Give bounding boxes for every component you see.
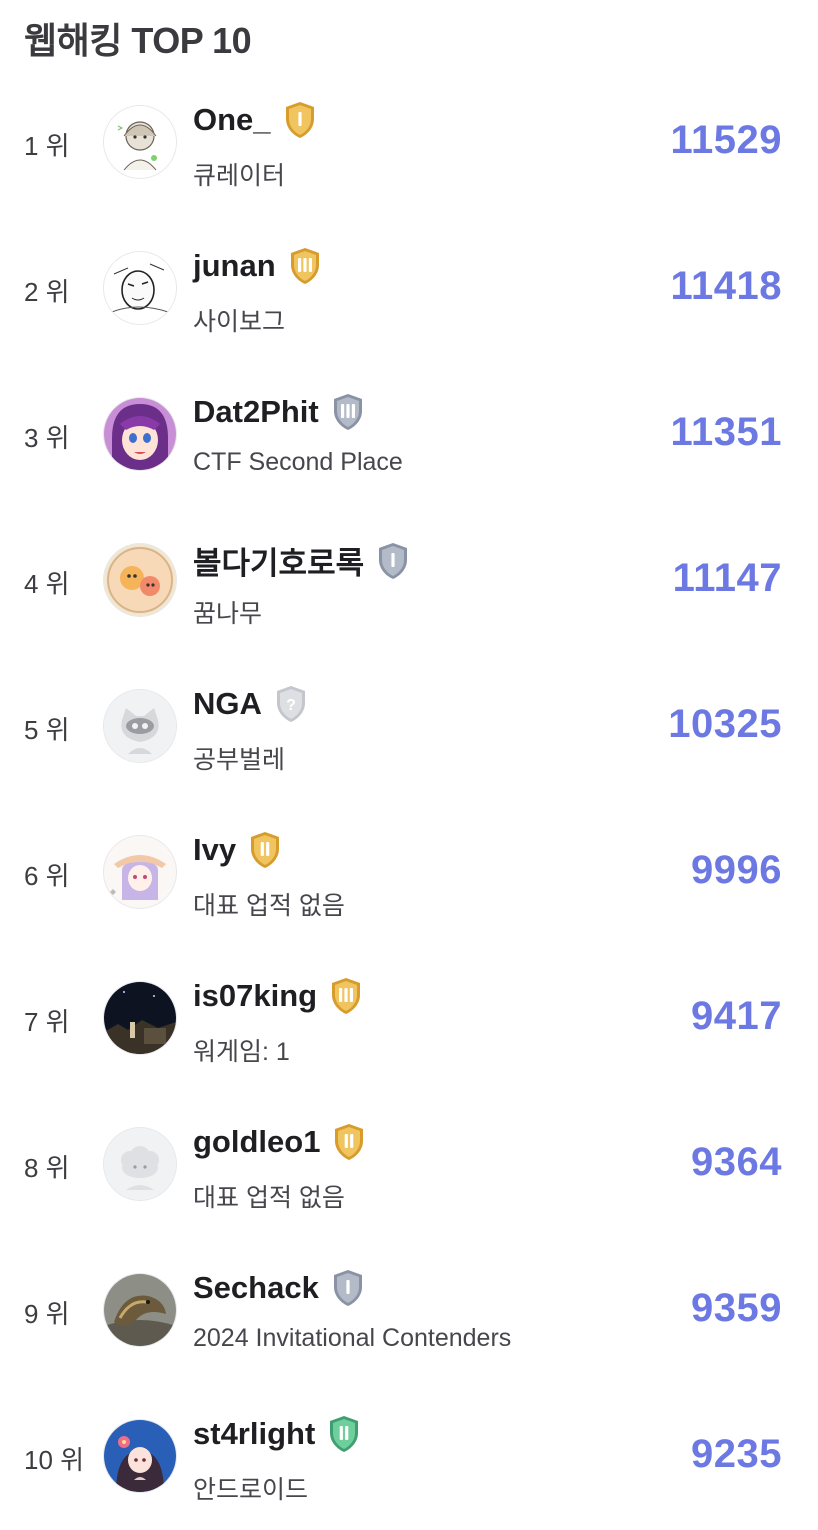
score-value: 9364 [691, 1140, 782, 1184]
representative-achievement: 큐레이터 [193, 162, 286, 190]
ranking-row[interactable]: 1 위 One_ 큐레이터 11529 [0, 70, 818, 216]
username-link[interactable]: One_ [193, 102, 271, 138]
name-line: is07king [193, 976, 363, 1016]
rank-label: 1 위 [24, 131, 70, 161]
anime-character-avatar[interactable] [104, 106, 176, 178]
tier-badge-icon [288, 246, 322, 286]
username-link[interactable]: 볼다기호로록 [193, 538, 364, 583]
name-line: junan [193, 246, 322, 286]
username-link[interactable]: Sechack [193, 1270, 319, 1306]
ranking-row[interactable]: 5 위 NGA? 공부벌레 10325 [0, 654, 818, 800]
username-link[interactable]: Dat2Phit [193, 394, 319, 430]
score-value: 10325 [668, 702, 782, 746]
ranking-row[interactable]: 3 위 Dat2Phit CTF Second Place 11351 [0, 362, 818, 508]
score-value: 9359 [691, 1286, 782, 1330]
score-value: 9996 [691, 848, 782, 892]
rank-label: 7 위 [24, 1007, 70, 1037]
tier-badge-icon: ? [274, 684, 308, 724]
tier-badge-icon [327, 1414, 361, 1454]
score-value: 11147 [672, 556, 782, 600]
rank-label: 9 위 [24, 1299, 70, 1329]
name-line: 볼다기호로록 [193, 538, 410, 583]
rank-label: 8 위 [24, 1153, 70, 1183]
score-value: 11418 [670, 264, 782, 308]
tier-badge-icon [331, 392, 365, 432]
ranking-list: 1 위 One_ 큐레이터 11529 2 위 junan 사이보그 11418 3 위 Dat2… [0, 70, 818, 1530]
rank-label: 10 위 [24, 1445, 85, 1475]
tier-badge-icon [329, 976, 363, 1016]
representative-achievement: CTF Second Place [193, 448, 403, 476]
username-link[interactable]: goldleo1 [193, 1124, 320, 1160]
rank-label: 3 위 [24, 423, 70, 453]
username-link[interactable]: junan [193, 248, 276, 284]
tier-badge-icon [376, 541, 410, 581]
lizard-photo-avatar[interactable] [104, 1274, 176, 1346]
representative-achievement: 공부벌레 [193, 746, 286, 774]
default-sheep-avatar[interactable] [104, 1128, 176, 1200]
name-line: st4rlight [193, 1414, 361, 1454]
representative-achievement: 워게임: 1 [193, 1038, 290, 1066]
anime-girl-avatar[interactable] [104, 398, 176, 470]
anime-girl-hat-avatar[interactable] [104, 836, 176, 908]
default-cat-avatar[interactable] [104, 690, 176, 762]
representative-achievement: 꿈나무 [193, 600, 263, 628]
name-line: NGA? [193, 684, 308, 724]
representative-achievement: 대표 업적 없음 [193, 1184, 345, 1212]
ranking-row[interactable]: 10 위 st4rlight 안드로이드 9235 [0, 1384, 818, 1530]
tier-badge-icon [283, 100, 317, 140]
sketch-character-avatar[interactable] [104, 252, 176, 324]
representative-achievement: 대표 업적 없음 [193, 892, 345, 920]
representative-achievement: 안드로이드 [193, 1476, 309, 1504]
svg-text:?: ? [286, 697, 296, 714]
score-value: 9417 [691, 994, 782, 1038]
name-line: goldleo1 [193, 1122, 366, 1162]
page-title: 웹해킹 TOP 10 [24, 20, 252, 61]
name-line: Dat2Phit [193, 392, 365, 432]
rank-label: 6 위 [24, 861, 70, 891]
representative-achievement: 사이보그 [193, 308, 286, 336]
rank-label: 4 위 [24, 569, 70, 599]
username-link[interactable]: is07king [193, 978, 317, 1014]
rank-label: 2 위 [24, 277, 70, 307]
representative-achievement: 2024 Invitational Contenders [193, 1324, 512, 1352]
score-value: 9235 [691, 1432, 782, 1476]
rank-label: 5 위 [24, 715, 70, 745]
username-link[interactable]: NGA [193, 686, 262, 722]
name-line: One_ [193, 100, 317, 140]
tier-badge-icon [331, 1268, 365, 1308]
tier-badge-icon [248, 830, 282, 870]
ranking-row[interactable]: 6 위 Ivy 대표 업적 없음 9996 [0, 800, 818, 946]
night-photo-avatar[interactable] [104, 982, 176, 1054]
ranking-row[interactable]: 7 위 is07king 워게임: 1 9417 [0, 946, 818, 1092]
score-value: 11529 [670, 118, 782, 162]
username-link[interactable]: Ivy [193, 832, 236, 868]
ranking-row[interactable]: 8 위 goldleo1 대표 업적 없음 9364 [0, 1092, 818, 1238]
ranking-row[interactable]: 2 위 junan 사이보그 11418 [0, 216, 818, 362]
name-line: Ivy [193, 830, 282, 870]
cartoon-dogs-avatar[interactable] [104, 544, 176, 616]
name-line: Sechack [193, 1268, 365, 1308]
tier-badge-icon [332, 1122, 366, 1162]
anime-girl-flower-avatar[interactable] [104, 1420, 176, 1492]
username-link[interactable]: st4rlight [193, 1416, 315, 1452]
ranking-row[interactable]: 9 위 Sechack 2024 Invitational Contenders 93… [0, 1238, 818, 1384]
score-value: 11351 [670, 410, 782, 454]
ranking-row[interactable]: 4 위 볼다기호로록꿈나무 11147 [0, 508, 818, 654]
